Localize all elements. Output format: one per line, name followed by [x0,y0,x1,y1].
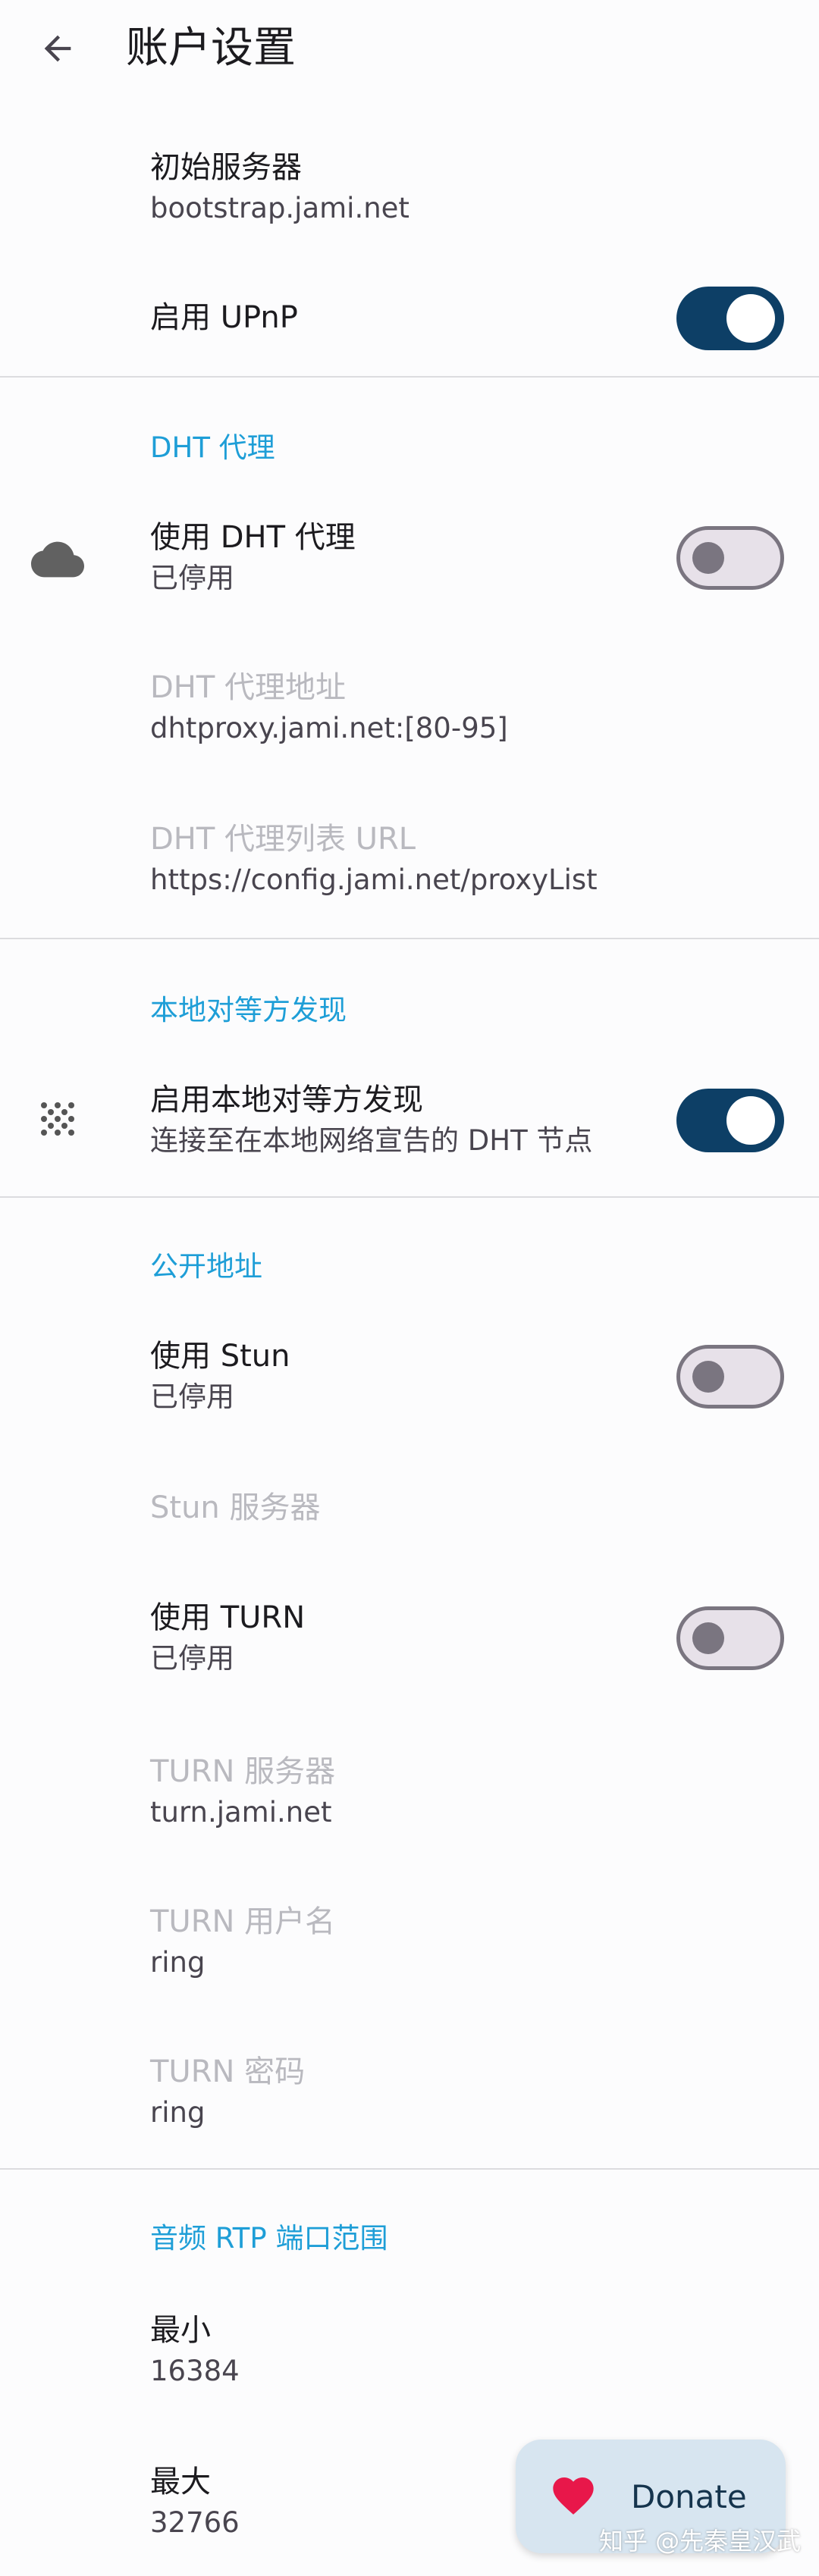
section-header-rtp-ports: 音频 RTP 端口范围 [150,2222,388,2255]
use-turn-switch[interactable] [676,1606,784,1670]
divider [0,376,819,378]
cloud-icon [31,541,84,578]
turn-server-title: TURN 服务器 [150,1754,336,1789]
dht-proxy-address-title: DHT 代理地址 [150,670,347,705]
divider [0,938,819,939]
use-stun-switch[interactable] [676,1345,784,1409]
cloud-icon-wrap [30,532,85,587]
turn-username-title: TURN 用户名 [150,1904,336,1939]
turn-username-item[interactable]: TURN 用户名 ring [0,1886,819,1992]
upnp-switch[interactable] [676,287,784,350]
upnp-item[interactable]: 启用 UPnP [0,273,819,364]
use-dht-proxy-item[interactable]: 使用 DHT 代理 已停用 [0,500,819,622]
turn-password-title: TURN 密码 [150,2054,306,2089]
rtp-max-value: 32766 [150,2506,240,2539]
peer-discovery-item[interactable]: 启用本地对等方发现 连接至在本地网络宣告的 DHT 节点 [0,1061,819,1183]
watermark: 知乎 @先秦皇汉武 [599,2527,802,2556]
dht-proxy-list-url-title: DHT 代理列表 URL [150,822,416,857]
heart-icon [553,2477,594,2515]
stun-server-title: Stun 服务器 [150,1490,321,1525]
section-header-peer-discovery: 本地对等方发现 [150,994,347,1026]
arrow-back-icon [44,35,71,62]
rtp-max-title: 最大 [150,2465,211,2499]
use-stun-summary: 已停用 [150,1380,234,1413]
use-turn-title: 使用 TURN [150,1600,306,1635]
bootstrap-server-item[interactable]: 初始服务器 bootstrap.jami.net [0,136,819,243]
use-turn-summary: 已停用 [150,1642,234,1675]
turn-password-value: ring [150,2096,206,2129]
rtp-min-item[interactable]: 最小 16384 [0,2293,819,2399]
section-header-public-address: 公开地址 [150,1250,262,1283]
turn-server-item[interactable]: TURN 服务器 turn.jami.net [0,1736,819,1842]
rtp-min-value: 16384 [150,2355,240,2387]
rtp-min-title: 最小 [150,2313,211,2348]
use-dht-proxy-title: 使用 DHT 代理 [150,520,356,555]
bootstrap-value: bootstrap.jami.net [150,192,410,224]
stun-server-item[interactable]: Stun 服务器 [0,1471,819,1554]
switch-knob [692,1622,724,1654]
use-stun-item[interactable]: 使用 Stun 已停用 [0,1319,819,1440]
use-stun-title: 使用 Stun [150,1339,290,1374]
peer-discovery-title: 启用本地对等方发现 [150,1083,423,1117]
peer-discovery-summary: 连接至在本地网络宣告的 DHT 节点 [150,1124,593,1157]
dht-proxy-list-url-value: https://config.jami.net/proxyList [150,863,598,896]
turn-password-item[interactable]: TURN 密码 ring [0,2036,819,2142]
switch-knob [726,294,775,343]
page-title: 账户设置 [126,24,296,73]
dht-proxy-address-value: dhtproxy.jami.net:[80-95] [150,712,508,744]
divider [0,2168,819,2170]
dots-grid-icon [41,1102,74,1136]
back-button[interactable] [30,21,85,76]
switch-knob [692,1361,724,1393]
turn-username-value: ring [150,1946,206,1979]
dht-proxy-address-item[interactable]: DHT 代理地址 dhtproxy.jami.net:[80-95] [0,652,819,758]
use-turn-item[interactable]: 使用 TURN 已停用 [0,1581,819,1702]
use-dht-proxy-summary: 已停用 [150,562,234,594]
section-header-dht-proxy: DHT 代理 [150,431,275,464]
peer-discovery-switch[interactable] [676,1089,784,1152]
switch-knob [692,542,724,574]
divider [0,1196,819,1198]
donate-label: Donate [631,2478,747,2515]
dht-proxy-list-url-item[interactable]: DHT 代理列表 URL https://config.jami.net/pro… [0,804,819,910]
use-dht-proxy-switch[interactable] [676,526,784,590]
switch-knob [726,1096,775,1145]
turn-server-value: turn.jami.net [150,1796,332,1829]
dots-grid-icon-wrap [30,1092,85,1146]
bootstrap-title: 初始服务器 [150,150,302,185]
upnp-title: 启用 UPnP [150,300,298,335]
app-bar: 账户设置 [0,0,819,99]
